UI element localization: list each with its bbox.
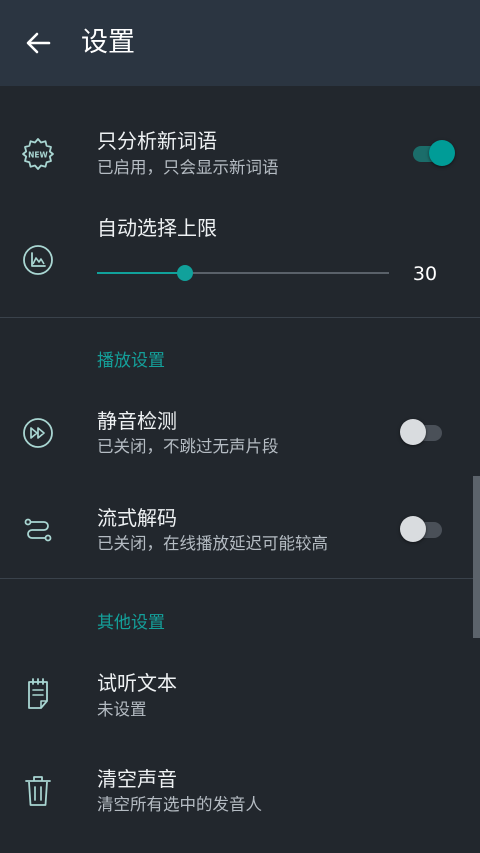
scrollbar[interactable] [473, 476, 480, 638]
setting-clear-voices[interactable]: 清空声音 清空所有选中的发音人 [0, 756, 480, 826]
divider [0, 578, 480, 579]
setting-title: 流式解码 [97, 506, 177, 530]
setting-subtitle: 已关闭，不跳过无声片段 [97, 437, 279, 456]
setting-subtitle: 已关闭，在线播放延迟可能较高 [97, 534, 328, 553]
divider [0, 317, 480, 318]
setting-title: 试听文本 [97, 671, 177, 695]
slider-value: 30 [412, 263, 438, 285]
arrow-left-icon [26, 32, 51, 54]
setting-subtitle: 清空所有选中的发音人 [97, 795, 262, 814]
section-header-playback: 播放设置 [97, 351, 165, 371]
setting-title: 只分析新词语 [97, 129, 217, 153]
setting-subtitle: 已启用，只会显示新词语 [97, 158, 279, 177]
fast-forward-icon [20, 415, 56, 451]
setting-new-words[interactable]: NEW 只分析新词语 已启用，只会显示新词语 [0, 120, 480, 190]
silence-detect-toggle[interactable] [400, 417, 444, 447]
app-bar: 设置 [0, 0, 480, 86]
chart-icon [20, 242, 56, 278]
notepad-icon [20, 676, 56, 712]
page-title: 设置 [81, 27, 135, 58]
auto-select-slider[interactable] [97, 260, 389, 286]
setting-title: 静音检测 [97, 409, 177, 433]
route-icon [20, 512, 56, 548]
slider-fill [97, 272, 185, 274]
setting-title: 自动选择上限 [97, 216, 217, 240]
new-words-toggle[interactable] [411, 138, 455, 168]
setting-title: 清空声音 [97, 767, 177, 791]
svg-text:NEW: NEW [28, 151, 48, 160]
section-header-other: 其他设置 [97, 613, 165, 633]
setting-preview-text[interactable]: 试听文本 未设置 [0, 660, 480, 730]
setting-subtitle: 未设置 [97, 700, 147, 719]
trash-icon [20, 773, 56, 809]
back-button[interactable] [18, 26, 58, 60]
slider-thumb[interactable] [177, 265, 193, 281]
new-badge-icon: NEW [20, 136, 56, 172]
setting-streaming[interactable]: 流式解码 已关闭，在线播放延迟可能较高 [0, 496, 480, 566]
streaming-toggle[interactable] [400, 514, 444, 544]
setting-silence-detect[interactable]: 静音检测 已关闭，不跳过无声片段 [0, 400, 480, 470]
